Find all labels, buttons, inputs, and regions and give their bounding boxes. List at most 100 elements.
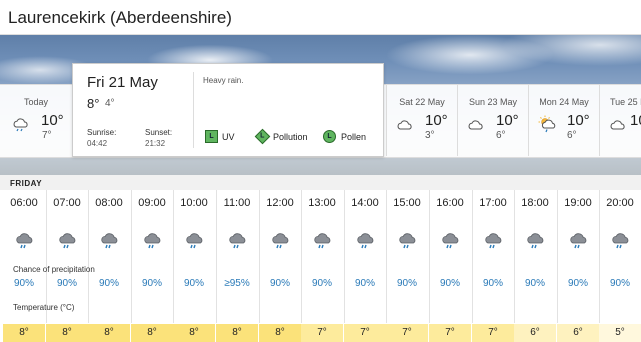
pollution-level-badge[interactable]: L bbox=[254, 128, 271, 145]
hour-time: 15:00 bbox=[393, 197, 421, 209]
day-high-temp: 10° bbox=[630, 112, 641, 129]
day-tab-today[interactable]: Today 10° 7° bbox=[0, 84, 72, 156]
hour-time: 19:00 bbox=[564, 197, 592, 209]
precipitation-chance: 90% bbox=[439, 278, 460, 289]
hour-column[interactable]: 09:00 90% 8° bbox=[131, 190, 173, 342]
precipitation-chance: 90% bbox=[13, 278, 34, 289]
day-low-temp: 6° bbox=[567, 130, 577, 141]
temperature-row-label: Temperature (°C) bbox=[13, 303, 75, 312]
hour-temperature: 8° bbox=[46, 324, 88, 342]
hour-temperature: 8° bbox=[3, 324, 45, 342]
precipitation-chance: 90% bbox=[98, 278, 119, 289]
sunrise-label: Sunrise: bbox=[87, 128, 117, 137]
hour-column[interactable]: 10:00 90% 8° bbox=[173, 190, 215, 342]
day-tab-sun[interactable]: Sun 23 May 10° 6° bbox=[458, 84, 528, 156]
heavy-rain-cloud-icon bbox=[272, 233, 289, 249]
day-tab-tue[interactable]: Tue 25 M 10° bbox=[600, 84, 641, 156]
day-tab-sat[interactable]: Sat 22 May 10° 3° bbox=[387, 84, 457, 156]
day-tab-label: Tue 25 M bbox=[610, 97, 641, 107]
sunset-time: 21:32 bbox=[145, 139, 166, 148]
day-tab-label: Today bbox=[23, 97, 49, 107]
precipitation-chance: 90% bbox=[482, 278, 503, 289]
day-heading: FRIDAY bbox=[0, 175, 641, 190]
hour-temperature: 7° bbox=[386, 324, 428, 342]
day-tab-label: Sat 22 May bbox=[399, 97, 445, 107]
hour-time: 18:00 bbox=[521, 197, 549, 209]
day-low-temp: 7° bbox=[42, 130, 52, 141]
location-title: Laurencekirk (Aberdeenshire) bbox=[8, 8, 232, 27]
day-high-temp: 10° bbox=[567, 112, 590, 129]
selected-day-date: Fri 21 May bbox=[87, 74, 158, 91]
hour-column[interactable]: 19:00 90% 6° bbox=[557, 190, 599, 342]
hour-column[interactable]: 12:00 90% 8° bbox=[259, 190, 301, 342]
hour-temperature: 6° bbox=[514, 324, 556, 342]
heavy-rain-cloud-icon bbox=[186, 233, 203, 249]
day-high-temp: 10° bbox=[425, 112, 448, 129]
day-heading-label: FRIDAY bbox=[10, 179, 43, 188]
hour-column[interactable]: 15:00 90% 7° bbox=[386, 190, 428, 342]
precipitation-chance: 90% bbox=[56, 278, 77, 289]
hour-time: 12:00 bbox=[266, 197, 294, 209]
hour-time: 17:00 bbox=[479, 197, 507, 209]
heavy-rain-cloud-icon bbox=[442, 233, 459, 249]
precipitation-chance: 90% bbox=[609, 278, 630, 289]
day-tab-label: Mon 24 May bbox=[539, 97, 589, 107]
hour-column[interactable]: 11:00 ≥95% 8° bbox=[216, 190, 258, 342]
hour-time: 06:00 bbox=[10, 197, 38, 209]
location-bar[interactable]: Laurencekirk (Aberdeenshire) bbox=[0, 0, 641, 35]
hour-time: 20:00 bbox=[606, 197, 634, 209]
selected-day-high: 8° bbox=[87, 96, 100, 111]
hour-temperature: 7° bbox=[344, 324, 386, 342]
heavy-rain-cloud-icon bbox=[144, 233, 161, 249]
pollen-level-badge[interactable]: L bbox=[323, 130, 336, 143]
hour-temperature: 8° bbox=[216, 324, 258, 342]
precipitation-chance: 90% bbox=[311, 278, 332, 289]
precipitation-chance: 90% bbox=[183, 278, 204, 289]
precipitation-chance: 90% bbox=[567, 278, 588, 289]
uv-level-letter: L bbox=[209, 133, 214, 140]
cloud-icon bbox=[397, 120, 412, 130]
precipitation-row-label: Chance of precipitation bbox=[13, 265, 95, 274]
precipitation-chance: 90% bbox=[396, 278, 417, 289]
heavy-rain-cloud-icon bbox=[570, 233, 587, 249]
day-low-temp: 6° bbox=[496, 130, 506, 141]
hour-column[interactable]: 13:00 90% 7° bbox=[301, 190, 343, 342]
hour-column[interactable]: 16:00 90% 7° bbox=[429, 190, 471, 342]
selected-day-card[interactable]: Fri 21 May 8° 4° Sunrise: 04:42 Sunset: … bbox=[72, 63, 384, 157]
heavy-rain-cloud-icon bbox=[229, 233, 246, 249]
precipitation-chance: 90% bbox=[524, 278, 545, 289]
heavy-rain-cloud-icon bbox=[101, 233, 118, 249]
hour-temperature: 8° bbox=[173, 324, 215, 342]
pollution-label: Pollution bbox=[273, 132, 308, 142]
hour-column[interactable]: 18:00 90% 6° bbox=[514, 190, 556, 342]
day-high-temp: 10° bbox=[41, 112, 64, 129]
precipitation-chance: 90% bbox=[269, 278, 290, 289]
hour-time: 11:00 bbox=[223, 197, 251, 209]
hour-column[interactable]: 14:00 90% 7° bbox=[344, 190, 386, 342]
sunrise-time: 04:42 bbox=[87, 139, 108, 148]
heavy-rain-cloud-icon bbox=[612, 233, 629, 249]
hour-temperature: 6° bbox=[557, 324, 599, 342]
light-rain-cloud-icon bbox=[13, 118, 28, 132]
hour-temperature: 8° bbox=[131, 324, 173, 342]
pollen-level-letter: L bbox=[327, 133, 332, 140]
precipitation-chance: 90% bbox=[141, 278, 162, 289]
heavy-rain-cloud-icon bbox=[357, 233, 374, 249]
sun-cloud-rain-icon bbox=[538, 115, 556, 133]
hour-time: 08:00 bbox=[95, 197, 123, 209]
hour-time: 13:00 bbox=[308, 197, 336, 209]
hour-column[interactable]: 20:00 90% 5° bbox=[599, 190, 641, 342]
precipitation-chance: 90% bbox=[354, 278, 375, 289]
day-low-temp: 3° bbox=[425, 130, 435, 141]
hour-column[interactable]: 17:00 90% 7° bbox=[472, 190, 514, 342]
uv-level-badge[interactable]: L bbox=[205, 130, 218, 143]
cloud-icon bbox=[468, 120, 483, 130]
cloud-icon bbox=[610, 120, 625, 130]
heavy-rain-cloud-icon bbox=[314, 233, 331, 249]
weather-summary: Heavy rain. bbox=[203, 76, 244, 85]
hour-temperature: 7° bbox=[429, 324, 471, 342]
day-tab-mon[interactable]: Mon 24 May 10° 6° bbox=[529, 84, 599, 156]
hour-temperature: 5° bbox=[599, 324, 641, 342]
hour-time: 14:00 bbox=[351, 197, 379, 209]
card-divider bbox=[193, 72, 194, 148]
